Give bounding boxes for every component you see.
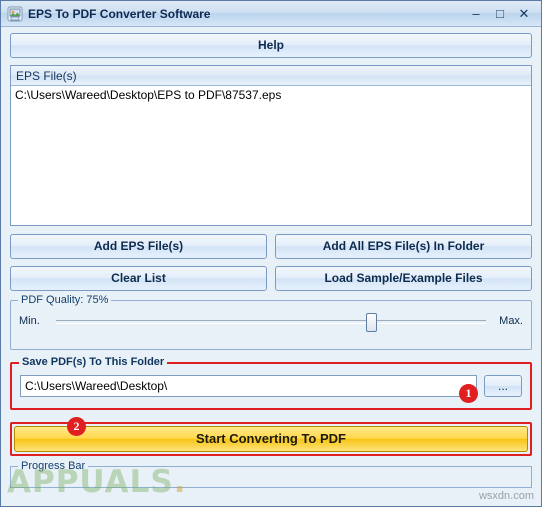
start-converting-button[interactable]: Start Converting To PDF	[14, 426, 528, 452]
maximize-button[interactable]: □	[493, 6, 507, 22]
save-path-row: C:\Users\Wareed\Desktop\ ...	[20, 375, 522, 397]
eps-file-list[interactable]: EPS File(s) C:\Users\Wareed\Desktop\EPS …	[10, 65, 532, 226]
pdf-quality-group: PDF Quality: 75% Min. Max.	[10, 294, 532, 350]
title-bar: EPS To PDF Converter Software – □ ✕	[1, 1, 541, 27]
main-content: Help EPS File(s) C:\Users\Wareed\Desktop…	[1, 27, 541, 488]
save-path-input[interactable]: C:\Users\Wareed\Desktop\	[20, 375, 477, 397]
clear-list-button[interactable]: Clear List	[10, 266, 267, 291]
quality-min-label: Min.	[19, 315, 40, 327]
callout-badge-2: 2	[67, 417, 86, 436]
file-list-header: EPS File(s)	[11, 66, 531, 86]
window-controls: – □ ✕	[469, 6, 537, 22]
appuals-watermark-dot: .	[173, 464, 187, 500]
app-icon	[7, 6, 23, 22]
quality-slider[interactable]	[56, 313, 486, 332]
slider-thumb[interactable]	[365, 313, 377, 332]
close-button[interactable]: ✕	[517, 6, 531, 22]
add-all-eps-in-folder-button[interactable]: Add All EPS File(s) In Folder	[275, 234, 532, 259]
pdf-quality-label: PDF Quality: 75%	[18, 294, 112, 306]
appuals-watermark: APPUALS.	[7, 464, 187, 500]
action-button-row-1: Add EPS File(s) Add All EPS File(s) In F…	[10, 234, 532, 259]
action-button-row-2: Clear List Load Sample/Example Files	[10, 266, 532, 291]
quality-slider-row: Min. Max.	[19, 313, 523, 332]
quality-max-label: Max.	[499, 315, 523, 327]
convert-button-highlight: Start Converting To PDF 2	[10, 417, 532, 456]
load-sample-files-button[interactable]: Load Sample/Example Files	[275, 266, 532, 291]
list-item[interactable]: C:\Users\Wareed\Desktop\EPS to PDF\87537…	[15, 88, 527, 103]
save-folder-group: Save PDF(s) To This Folder C:\Users\Ware…	[10, 356, 532, 410]
appuals-watermark-text: APPUALS	[7, 464, 174, 500]
browse-folder-button[interactable]: ...	[484, 375, 522, 397]
callout-badge-1: 1	[459, 384, 478, 403]
add-eps-files-button[interactable]: Add EPS File(s)	[10, 234, 267, 259]
application-window: EPS To PDF Converter Software – □ ✕ Help…	[0, 0, 542, 507]
corner-watermark: wsxdn.com	[478, 490, 534, 502]
file-list-body[interactable]: C:\Users\Wareed\Desktop\EPS to PDF\87537…	[11, 86, 531, 105]
minimize-button[interactable]: –	[469, 6, 483, 22]
slider-track-line	[56, 320, 486, 324]
help-button[interactable]: Help	[10, 33, 532, 58]
window-title: EPS To PDF Converter Software	[28, 6, 211, 21]
save-folder-label: Save PDF(s) To This Folder	[19, 356, 168, 368]
